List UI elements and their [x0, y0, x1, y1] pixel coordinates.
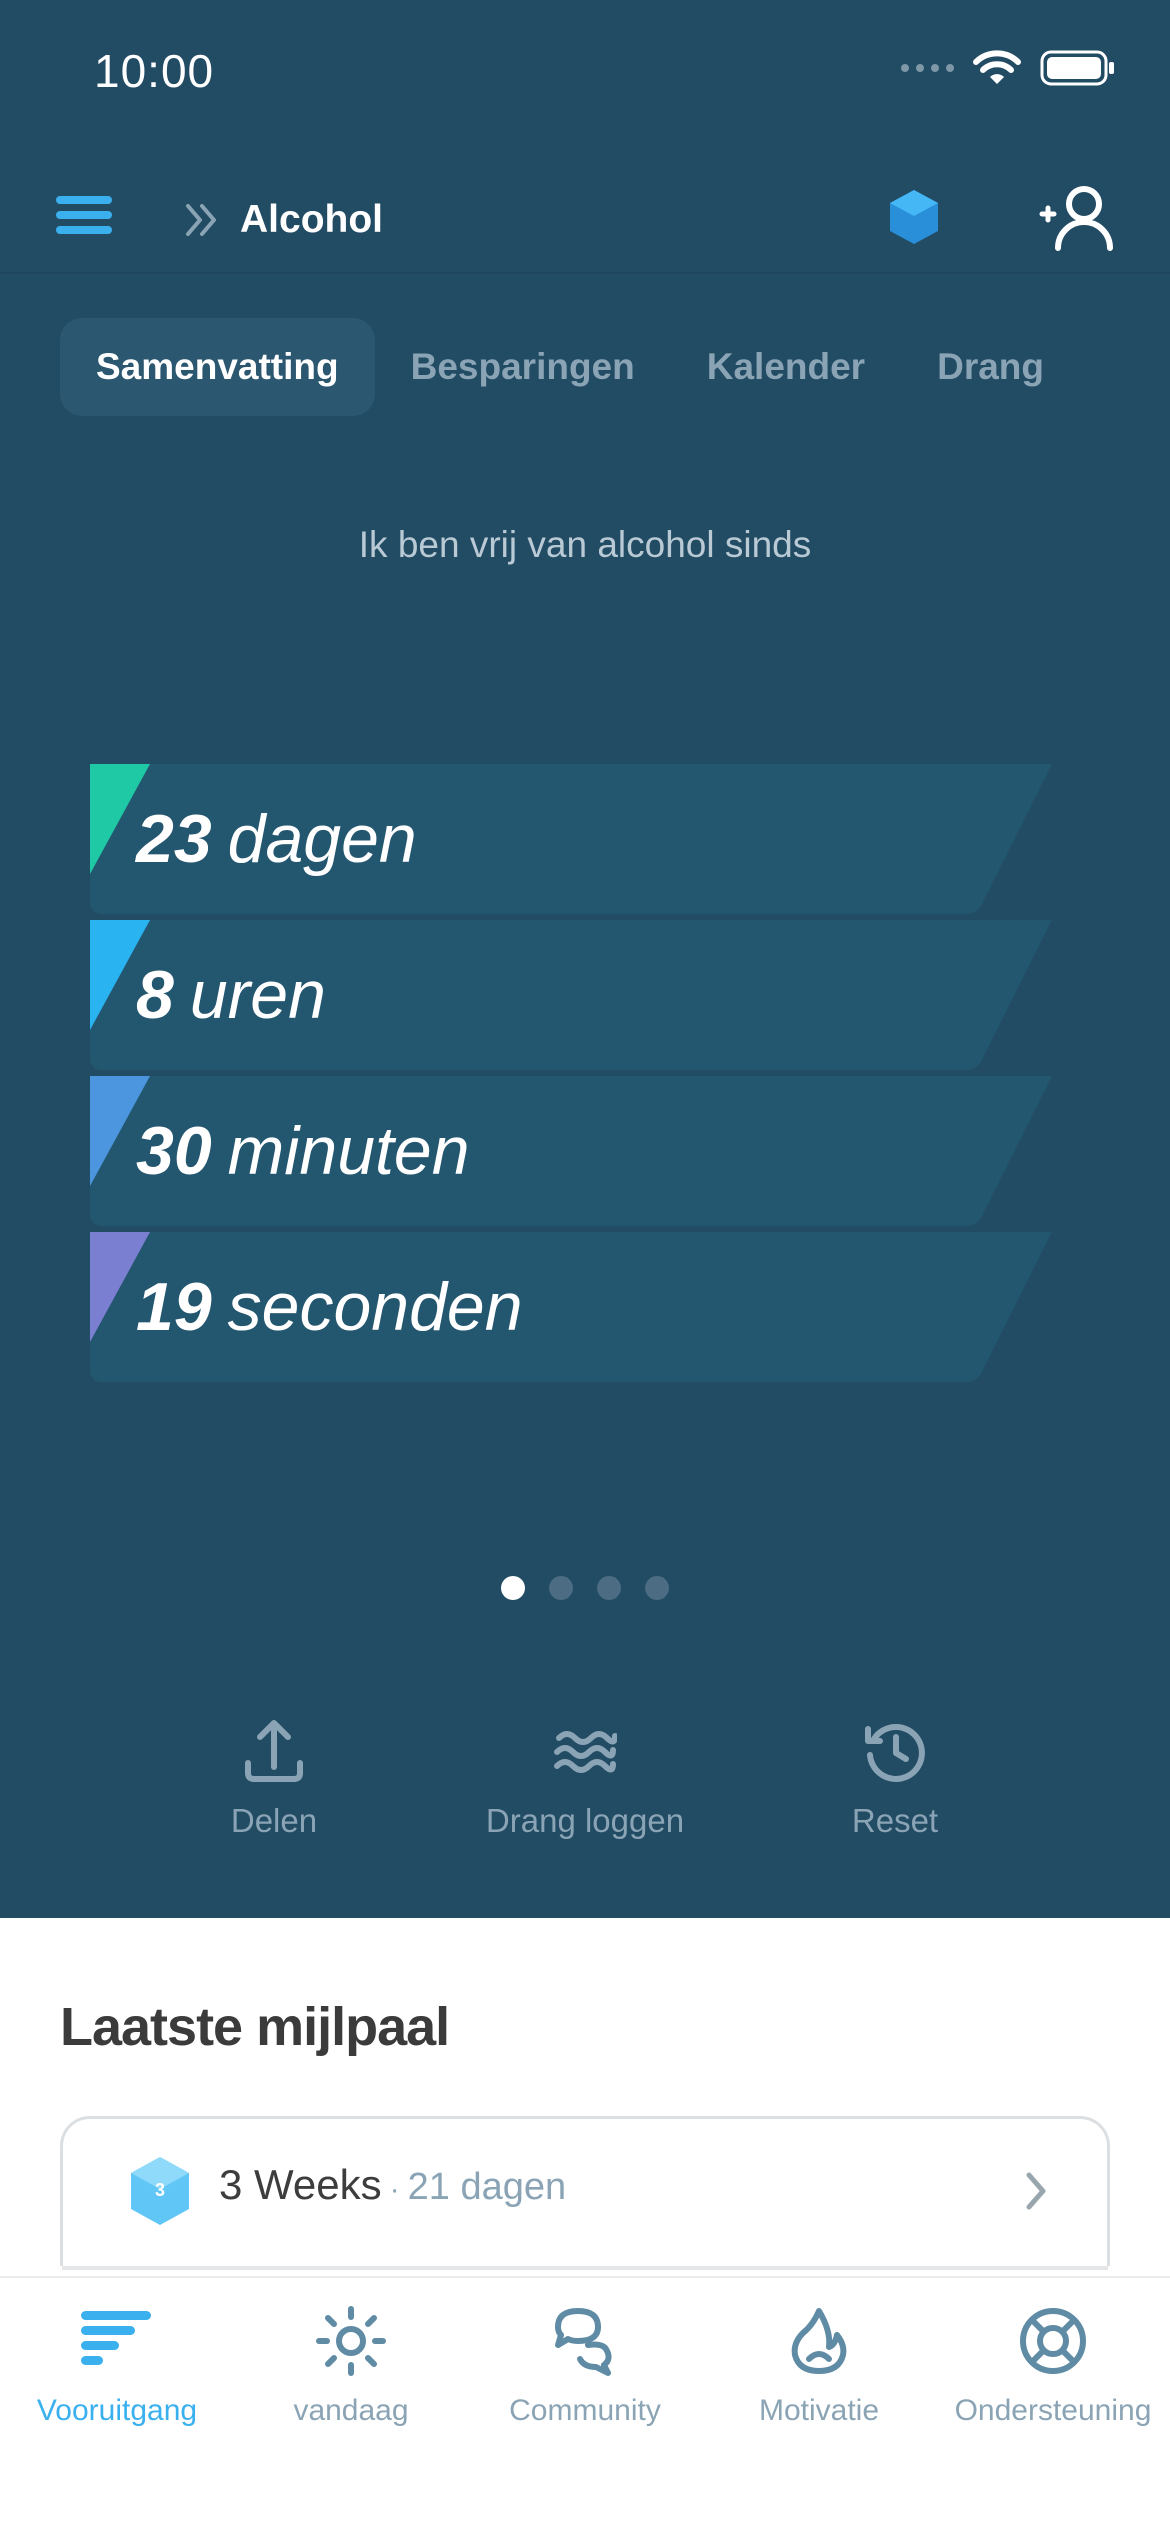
milestone-badge-icon: 3: [131, 2157, 189, 2225]
header-divider: [0, 272, 1170, 274]
milestone-card-divider: [62, 2266, 1108, 2270]
progress-panel: 10:00 Alcohol Samenvatting Besparingen K…: [0, 0, 1170, 1918]
page-dot-1[interactable]: [501, 1576, 525, 1600]
milestone-text: 3 Weeks · 21 dagen: [219, 2161, 566, 2209]
cellular-signal-icon: [901, 64, 954, 72]
tab-kalender[interactable]: Kalender: [671, 318, 901, 416]
milestone-name: 3 Weeks: [219, 2161, 382, 2208]
nav-motivatie[interactable]: Motivatie: [702, 2278, 936, 2458]
nav-community-label: Community: [509, 2394, 661, 2427]
milestone-badge: 3: [127, 2155, 193, 2232]
flame-icon: [791, 2308, 847, 2374]
bottom-navigation: Vooruitgang vandaag Community Motivatie …: [0, 2276, 1170, 2532]
nav-vooruitgang[interactable]: Vooruitgang: [0, 2278, 234, 2458]
page-title: Alcohol: [240, 198, 383, 241]
counter-minutes-unit: minuten: [227, 1113, 470, 1189]
nav-vandaag-label: vandaag: [293, 2394, 409, 2427]
counter-minutes: 30 minuten: [90, 1076, 1052, 1226]
page-indicator: [0, 1576, 1170, 1600]
double-chevron-icon: [186, 204, 216, 236]
tab-besparingen[interactable]: Besparingen: [375, 318, 671, 416]
log-craving-button[interactable]: Drang loggen: [455, 1712, 715, 1840]
counter-hours-value: 8: [136, 957, 174, 1033]
wifi-icon: [973, 50, 1021, 84]
share-label: Delen: [230, 1802, 318, 1839]
chevron-right-icon: [1026, 2172, 1046, 2210]
add-user-icon[interactable]: [1028, 180, 1120, 260]
milestone-days: 21 dagen: [407, 2166, 567, 2208]
reset-button[interactable]: Reset: [765, 1712, 1025, 1840]
counter-seconds: 19 seconden: [90, 1232, 1052, 1382]
page-dot-2[interactable]: [549, 1576, 573, 1600]
nav-community[interactable]: Community: [468, 2278, 702, 2458]
status-time: 10:00: [94, 45, 215, 97]
sun-icon: [316, 2306, 386, 2376]
status-icons: [901, 50, 1116, 86]
log-craving-label: Drang loggen: [485, 1802, 685, 1839]
tab-samenvatting[interactable]: Samenvatting: [60, 318, 375, 416]
counter-days-unit: dagen: [227, 801, 417, 877]
counter-days: 23 dagen: [90, 764, 1052, 914]
counter-hours: 8 uren: [90, 920, 1052, 1070]
menu-icon[interactable]: [56, 196, 112, 248]
lifebuoy-icon: [1020, 2308, 1086, 2374]
app-header: Alcohol: [0, 170, 1170, 274]
tab-drang[interactable]: Drang: [901, 318, 1080, 416]
nav-vandaag[interactable]: vandaag: [234, 2278, 468, 2458]
counter-days-value: 23: [136, 801, 212, 877]
page-dot-4[interactable]: [645, 1576, 669, 1600]
page-dot-3[interactable]: [597, 1576, 621, 1600]
milestone-section-title: Laatste mijlpaal: [60, 1997, 450, 2057]
milestone-card[interactable]: 3 3 Weeks · 21 dagen: [60, 2116, 1110, 2266]
counter-minutes-value: 30: [136, 1113, 212, 1189]
battery-icon: [1040, 50, 1114, 86]
sober-since-text: Ik ben vrij van alcohol sinds: [358, 524, 812, 565]
counter-seconds-value: 19: [136, 1269, 212, 1345]
history-icon: [865, 1724, 925, 1782]
chat-bubbles-icon: [555, 2308, 612, 2376]
share-button[interactable]: Delen: [144, 1712, 404, 1840]
segment-tabs: Samenvatting Besparingen Kalender Drang: [60, 318, 1080, 416]
nav-ondersteuning-label: Ondersteuning: [954, 2394, 1152, 2427]
progress-bars-icon: [81, 2311, 151, 2365]
nav-motivatie-label: Motivatie: [758, 2394, 880, 2427]
achievement-badge-icon[interactable]: [886, 186, 942, 250]
waves-icon: [554, 1731, 617, 1773]
milestone-separator: ·: [389, 2173, 400, 2206]
milestone-badge-number: 3: [155, 2180, 165, 2200]
reset-label: Reset: [851, 1802, 939, 1839]
counter-seconds-unit: seconden: [227, 1269, 523, 1345]
nav-vooruitgang-label: Vooruitgang: [36, 2394, 198, 2427]
nav-ondersteuning[interactable]: Ondersteuning: [936, 2278, 1170, 2458]
counter-hours-unit: uren: [189, 957, 326, 1033]
share-icon: [245, 1720, 303, 1782]
